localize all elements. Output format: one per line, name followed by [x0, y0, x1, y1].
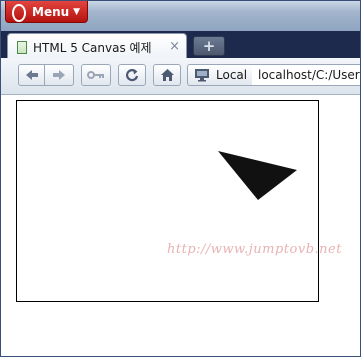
back-button[interactable] [18, 64, 45, 86]
page-favicon-icon [17, 40, 27, 54]
tab-title: HTML 5 Canvas 예제 [33, 40, 152, 55]
home-button[interactable] [153, 64, 181, 86]
chevron-down-icon: ▼ [73, 6, 81, 17]
new-tab-button[interactable]: + [193, 36, 225, 56]
tab-strip: HTML 5 Canvas 예제 × + [1, 31, 360, 60]
address-url: localhost/C:/Users/ [258, 68, 361, 82]
opera-menu-button[interactable]: Menu ▼ [5, 1, 88, 23]
forward-button[interactable] [45, 64, 74, 86]
canvas-drawing [218, 151, 297, 200]
reload-icon [125, 69, 139, 82]
address-field[interactable]: localhost/C:/Users/ [252, 64, 361, 86]
opera-logo-icon [12, 3, 26, 22]
site-info-badge[interactable]: Local [187, 64, 253, 86]
plus-icon: + [202, 37, 216, 55]
site-info-label: Local [216, 68, 248, 82]
reload-button[interactable] [118, 64, 146, 86]
html5-canvas: http://www.jumptovb.net [16, 100, 341, 302]
forward-arrow-icon [53, 70, 65, 80]
navigation-toolbar: Local localhost/C:/Users/ [1, 58, 360, 95]
filled-triangle-shape [218, 151, 297, 200]
page-viewport: http://www.jumptovb.net [1, 95, 360, 356]
home-icon [160, 69, 174, 81]
tab-canvas-example[interactable]: HTML 5 Canvas 예제 × [7, 33, 187, 60]
browser-window: Menu ▼ HTML 5 Canvas 예제 × + Local localh… [0, 0, 361, 357]
back-arrow-icon [25, 70, 38, 80]
computer-monitor-icon [195, 69, 209, 82]
menu-button-label: Menu [32, 4, 70, 19]
key-icon [87, 71, 104, 79]
key-button[interactable] [81, 64, 111, 86]
close-tab-icon[interactable]: × [169, 39, 180, 54]
title-bar: Menu ▼ [1, 1, 360, 31]
watermark-text: http://www.jumptovb.net [167, 242, 342, 257]
